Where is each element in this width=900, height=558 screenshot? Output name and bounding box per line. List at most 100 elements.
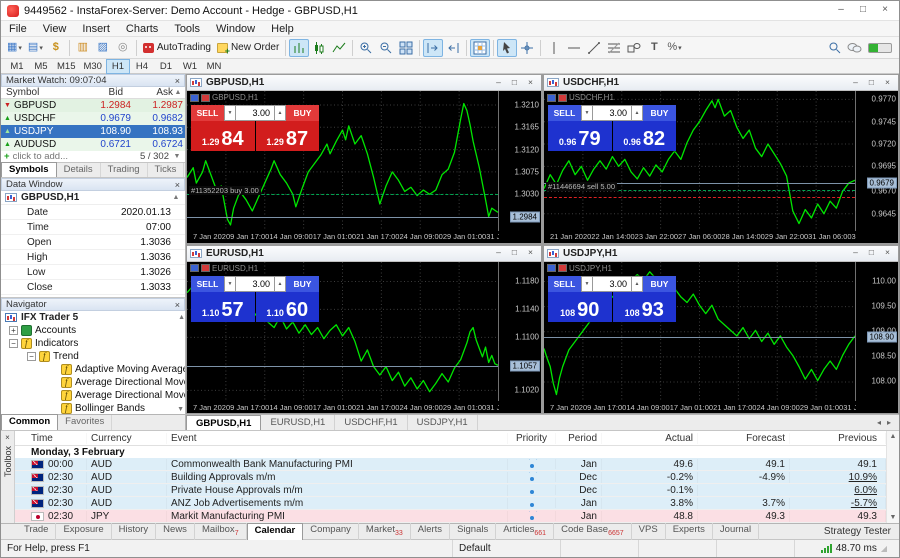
add-symbol-row[interactable]: + click to add... 5 / 302 ▼ (1, 151, 185, 162)
calendar-row[interactable]: 02:30 AUD Private House Approvals m/m De… (15, 484, 886, 497)
maximize-button[interactable]: □ (864, 247, 879, 259)
order-line[interactable]: #11352203 buy 3.00 (187, 186, 498, 196)
chart-tab[interactable]: USDCHF,H1 (335, 415, 408, 430)
navigator-tab[interactable]: Favorites (58, 415, 113, 430)
tree-expander-icon[interactable] (9, 339, 18, 348)
toolbox-tab[interactable]: Trade (17, 522, 57, 541)
crosshair-button[interactable] (517, 39, 537, 57)
close-button[interactable]: × (880, 77, 895, 89)
scroll-up-icon[interactable]: ▲ (171, 194, 181, 201)
buy-price[interactable]: 1.10 60 (255, 291, 319, 322)
toolbox-tab[interactable]: Market33 (359, 522, 411, 541)
chart-window-titlebar[interactable]: USDJPY,H1 – □ × (544, 245, 898, 262)
scroll-down-icon[interactable]: ▼ (172, 153, 182, 160)
volume-up-button[interactable]: ▲ (274, 105, 286, 121)
chart-tab[interactable]: GBPUSD,H1 (186, 415, 262, 430)
scroll-down-icon[interactable]: ▼ (177, 406, 184, 413)
toolbox-tab[interactable]: Alerts (411, 522, 451, 541)
volume-up-button[interactable]: ▲ (631, 105, 643, 121)
chart-window-titlebar[interactable]: GBPUSD,H1 – □ × (187, 75, 541, 91)
navigator-root[interactable]: IFX Trader 5 ▲ (1, 311, 185, 324)
close-icon[interactable]: × (175, 180, 180, 190)
calendar-row[interactable]: 02:30 JPY Markit Manufacturing PMI Jan 4… (15, 510, 886, 523)
volume-down-button[interactable]: ▼ (581, 105, 593, 121)
timeframe-button[interactable]: H1 (105, 58, 130, 74)
volume-down-button[interactable]: ▼ (224, 105, 236, 121)
timeframe-button[interactable]: M1 (5, 59, 29, 74)
navigator-item[interactable]: Trend (1, 350, 185, 363)
order-line[interactable]: #11446694 sell 5.00 (544, 182, 855, 192)
toolbox-tab[interactable]: Code Base6657 (554, 522, 632, 541)
navigator-item[interactable]: Bollinger Bands (1, 402, 185, 414)
chart-window-titlebar[interactable]: USDCHF,H1 – □ × (544, 75, 898, 91)
line-chart-button[interactable] (329, 39, 349, 57)
volume-up-button[interactable]: ▲ (631, 275, 643, 292)
toolbox-tab[interactable]: Experts (666, 522, 713, 541)
chart-window-titlebar[interactable]: EURUSD,H1 – □ × (187, 245, 541, 262)
sell-price[interactable]: 108 90 (548, 291, 612, 322)
minimize-button[interactable]: – (848, 247, 863, 259)
close-icon[interactable]: × (175, 76, 180, 86)
toolbox-tab[interactable]: Journal (713, 522, 760, 541)
tile-windows-button[interactable] (396, 39, 416, 57)
navigator-item[interactable]: Average Directional Movement (1, 376, 185, 389)
close-button[interactable]: × (875, 3, 895, 18)
previous-value[interactable]: 10.9% (849, 472, 877, 483)
toolbox-tab[interactable]: Exposure (56, 522, 112, 541)
volume-input[interactable]: 3.00 (593, 275, 631, 292)
toolbox-tab[interactable]: Signals (450, 522, 497, 541)
strategy-tester-label[interactable]: Strategy Tester (824, 526, 899, 537)
navigator-item[interactable]: Accounts (1, 324, 185, 337)
zoom-out-button[interactable] (376, 39, 396, 57)
sell-button[interactable]: SELL (191, 105, 224, 121)
navigator-item[interactable]: Average Directional Movement (1, 389, 185, 402)
toolbox-tab[interactable]: Company (303, 522, 359, 541)
minimize-button[interactable]: – (848, 77, 863, 89)
menu-item[interactable]: Insert (74, 21, 118, 37)
navigator-header[interactable]: Navigator × (1, 298, 185, 311)
arrows-tool-button[interactable]: % ▾ (664, 39, 684, 57)
text-tool-button[interactable]: T (644, 39, 664, 57)
toolbox-tab[interactable]: Mailbox7 (195, 522, 247, 541)
scroll-up-icon[interactable]: ▲ (173, 89, 183, 96)
navigator-item[interactable]: Adaptive Moving Average (1, 363, 185, 376)
toolbox-tab[interactable]: Articles661 (496, 522, 555, 541)
market-watch-header[interactable]: Market Watch: 09:07:04 × (1, 74, 185, 87)
new-chart-button[interactable]: ▦ ▾ (4, 39, 25, 57)
close-icon[interactable]: × (5, 433, 10, 442)
new-order-button[interactable]: New Order (214, 39, 282, 57)
profiles-button[interactable]: ▤ ▾ (25, 39, 46, 57)
menu-item[interactable]: Charts (118, 21, 166, 37)
buy-button[interactable]: BUY (286, 105, 319, 121)
buy-button[interactable]: BUY (643, 105, 676, 121)
fibonacci-button[interactable] (604, 39, 624, 57)
navigator-button[interactable]: ▨ (93, 39, 113, 57)
toolbox-tab[interactable]: Calendar (246, 522, 304, 541)
buy-button[interactable]: BUY (643, 275, 676, 292)
timeframe-button[interactable]: H4 (130, 59, 154, 74)
cursor-button[interactable] (497, 38, 518, 57)
menu-item[interactable]: Tools (166, 21, 208, 37)
timeframe-button[interactable]: M30 (79, 59, 105, 74)
chart-plot[interactable]: USDJPY,H1 SELL ▼ 3.00 ▲ BUY 108 90 108 93 (544, 261, 856, 401)
market-signal-button[interactable]: ◎ (113, 39, 133, 57)
menu-item[interactable]: Help (263, 21, 302, 37)
volume-input[interactable]: 3.00 (593, 105, 631, 121)
timeframe-button[interactable]: M5 (29, 59, 53, 74)
market-watch-row[interactable]: GBPUSD 1.2984 1.2987 (1, 99, 185, 112)
minimize-button[interactable]: – (491, 247, 506, 259)
indicators-button[interactable] (470, 38, 491, 57)
toolbox-tab[interactable]: History (112, 522, 157, 541)
chat-icon[interactable] (847, 42, 862, 54)
resize-grip[interactable]: ◢ (881, 544, 889, 553)
close-button[interactable]: × (523, 247, 538, 259)
previous-value[interactable]: 49.3 (858, 511, 877, 522)
buy-price[interactable]: 0.96 82 (612, 121, 676, 151)
trendline-button[interactable] (584, 39, 604, 57)
one-click-header[interactable]: USDCHF,H1 (547, 93, 614, 102)
market-watch-tab[interactable]: Trading (101, 163, 148, 177)
data-window-header[interactable]: Data Window × (1, 178, 185, 191)
timeframe-button[interactable]: MN (202, 59, 226, 74)
close-button[interactable]: × (880, 247, 895, 259)
chart-plot[interactable]: USDCHF,H1 SELL ▼ 3.00 ▲ BUY 0.96 79 0.96 82 #11446… (544, 91, 856, 231)
